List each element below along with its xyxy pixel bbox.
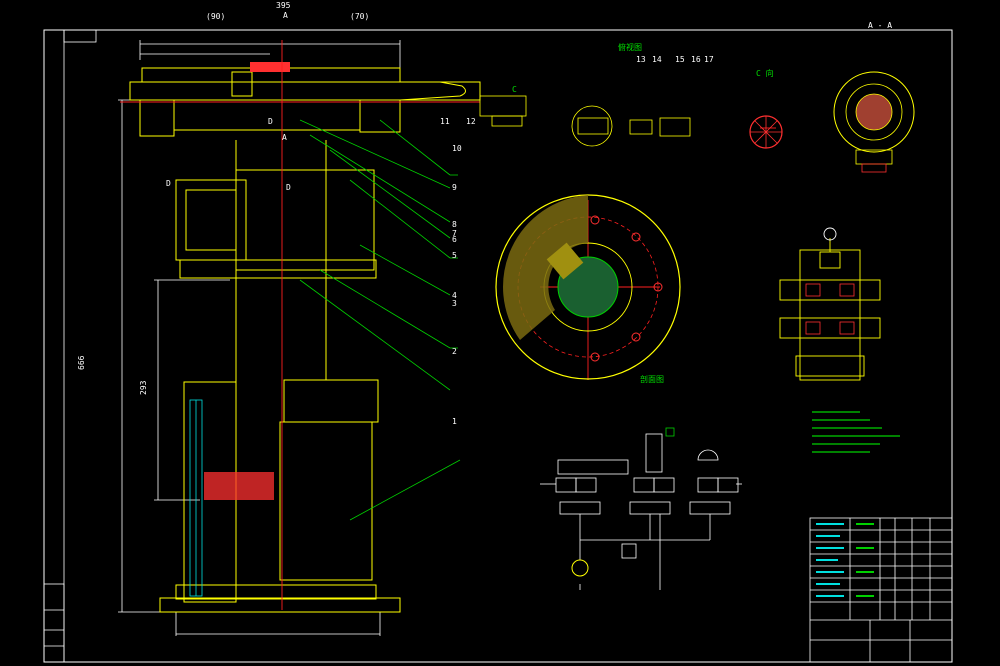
dim-top-395: 395 <box>276 1 291 10</box>
dim-top-left: (90) <box>206 12 225 21</box>
label-a-small: A <box>282 133 287 142</box>
dim-top-right: (70) <box>350 12 369 21</box>
cylinder-inner <box>189 399 203 597</box>
leader-lines <box>299 119 461 521</box>
cad-drawing-canvas: 395 A (90) (70) A - A 666 293 9 8 7 6 5 … <box>43 1 953 663</box>
title-block-entries <box>816 523 874 597</box>
section-aa-title: A - A <box>868 21 892 30</box>
part-number-17: 17 <box>704 55 714 64</box>
section-aa-view <box>833 71 915 173</box>
piston-hatch <box>204 472 274 500</box>
part-number-6: 6 <box>452 235 457 244</box>
corner-box <box>63 29 97 43</box>
part-letter-d3: D <box>286 183 291 192</box>
section-a-top: A <box>283 11 288 20</box>
part-number-12: 12 <box>466 117 476 126</box>
inner-frame <box>63 29 953 663</box>
part-number-16: 16 <box>691 55 701 64</box>
title-block <box>809 517 953 663</box>
part-letter-c: C <box>512 85 517 94</box>
top-detail-parts <box>571 105 691 147</box>
outer-frame <box>43 29 953 663</box>
part-letter-d2: D <box>166 179 171 188</box>
top-hatch <box>250 62 290 72</box>
left-margin-block <box>43 583 65 663</box>
view-c-title: C 向 <box>756 68 774 78</box>
part-number-2: 2 <box>452 347 457 356</box>
manifold-bolts <box>805 283 855 335</box>
part-number-1: 1 <box>452 417 457 426</box>
part-number-13: 13 <box>636 55 646 64</box>
dim-inner-height-label: 293 <box>139 380 148 395</box>
part-number-14: 14 <box>652 55 662 64</box>
clamp-detail <box>479 95 527 127</box>
detail-title: 俯视图 <box>618 42 642 52</box>
hydraulic-schematic <box>540 433 742 590</box>
part-number-3: 3 <box>452 299 457 308</box>
part-number-8: 8 <box>452 220 457 229</box>
schematic-tag <box>665 427 675 437</box>
dimension-lines <box>118 40 401 636</box>
pump-icon <box>571 559 589 577</box>
plan-section-label: 剖面图 <box>640 374 664 384</box>
part-number-5: 5 <box>452 251 457 260</box>
part-number-10: 10 <box>452 144 462 153</box>
part-letter-d1: D <box>268 117 273 126</box>
part-number-11: 11 <box>440 117 450 126</box>
technical-notes <box>812 411 900 453</box>
part-number-15: 15 <box>675 55 685 64</box>
part-number-9: 9 <box>452 183 457 192</box>
dim-height-label: 666 <box>77 355 86 370</box>
valve-manifold <box>779 238 881 381</box>
